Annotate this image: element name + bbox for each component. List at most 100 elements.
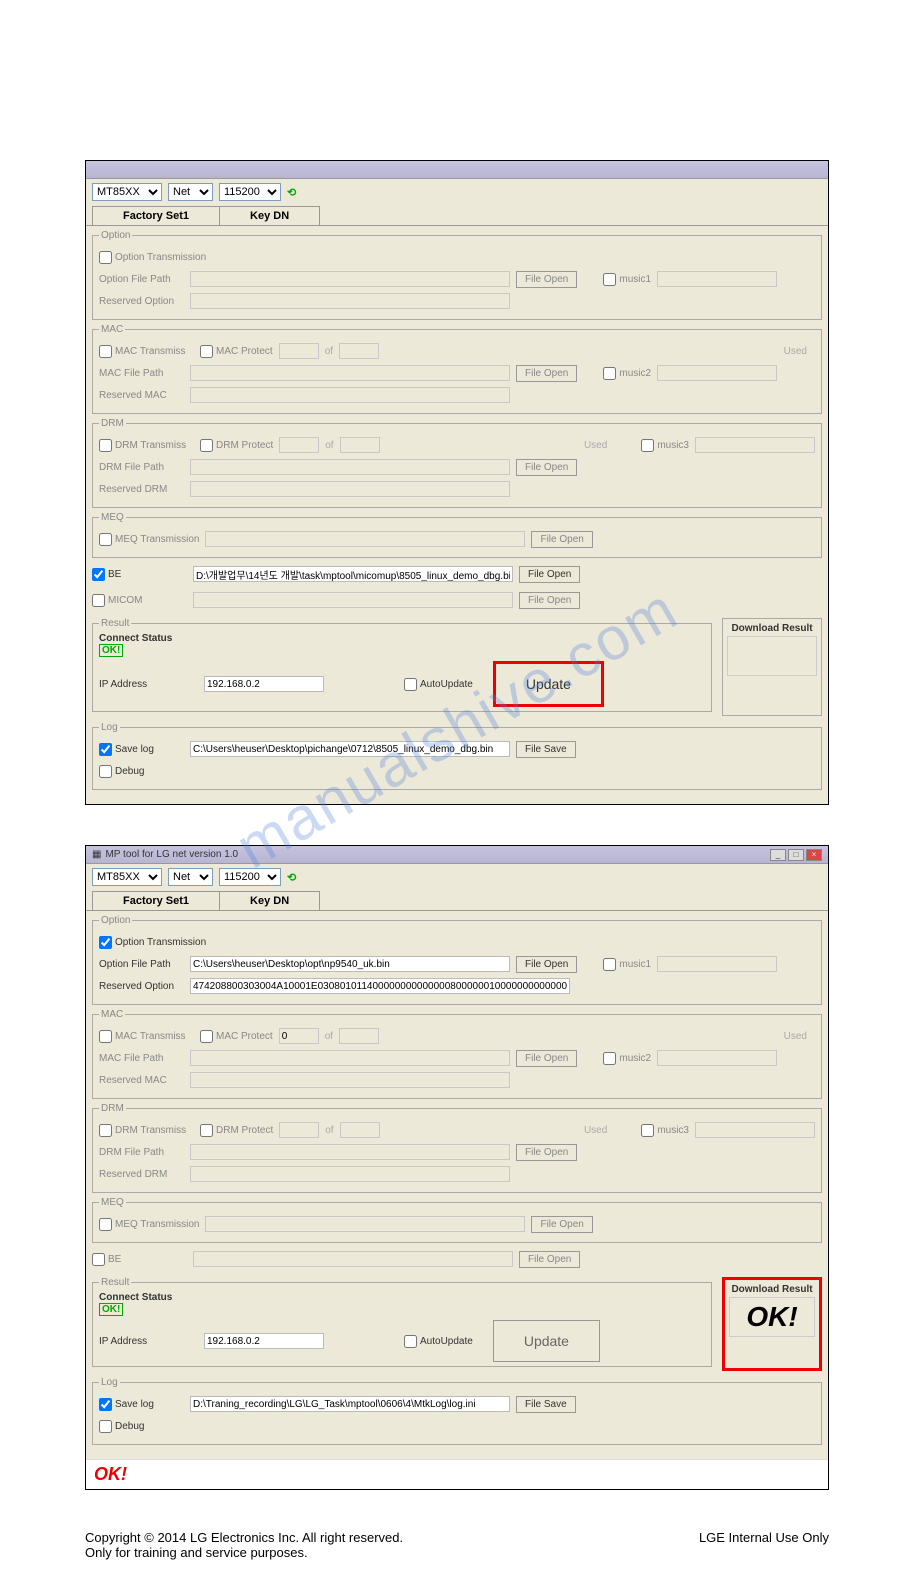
debug-check[interactable]: Debug (99, 765, 144, 778)
auto-update-check[interactable]: AutoUpdate (404, 678, 473, 691)
music1-check[interactable]: music1 (603, 958, 651, 971)
mac-protect-check[interactable]: MAC Protect (200, 345, 273, 358)
titlebar (86, 161, 828, 179)
be-file-open-button[interactable]: File Open (519, 566, 580, 583)
ip-address-input[interactable] (204, 1333, 324, 1349)
meq-path-input[interactable] (205, 531, 525, 547)
mac-count1[interactable] (279, 343, 319, 359)
file-save-button[interactable]: File Save (516, 1396, 576, 1413)
mac-protect-check[interactable]: MAC Protect (200, 1030, 273, 1043)
music3-check[interactable]: music3 (641, 1124, 689, 1137)
music2-input[interactable] (657, 365, 777, 381)
option-file-path-input[interactable] (190, 956, 510, 972)
drm-file-path-input[interactable] (190, 1144, 510, 1160)
meq-file-open-button[interactable]: File Open (531, 531, 592, 548)
download-result-box (727, 636, 817, 676)
be-file-open-button[interactable]: File Open (519, 1251, 580, 1268)
music2-input[interactable] (657, 1050, 777, 1066)
micom-check[interactable]: MICOM (92, 594, 187, 607)
drm-file-open-button[interactable]: File Open (516, 1144, 577, 1161)
reserved-drm-input[interactable] (190, 481, 510, 497)
save-log-path-input[interactable] (190, 1396, 510, 1412)
minimize-icon[interactable]: _ (770, 849, 786, 861)
drm-count2[interactable] (340, 1122, 380, 1138)
maximize-icon[interactable]: □ (788, 849, 804, 861)
be-path-input[interactable] (193, 1251, 513, 1267)
refresh-icon[interactable]: ⟲ (287, 871, 296, 884)
music3-input[interactable] (695, 437, 815, 453)
model-select[interactable]: MT85XX (92, 868, 162, 886)
connect-status-label: Connect Status (99, 633, 705, 644)
mac-file-path-input[interactable] (190, 1050, 510, 1066)
music3-input[interactable] (695, 1122, 815, 1138)
mac-count2[interactable] (339, 343, 379, 359)
download-result-panel: Download Result (722, 618, 822, 716)
option-transmission-check[interactable]: Option Transmission (99, 251, 206, 264)
meq-file-open-button[interactable]: File Open (531, 1216, 592, 1233)
option-file-open-button[interactable]: File Open (516, 956, 577, 973)
refresh-icon[interactable]: ⟲ (287, 186, 296, 199)
baud-select[interactable]: 115200 (219, 868, 281, 886)
option-file-open-button[interactable]: File Open (516, 271, 577, 288)
reserved-option-input[interactable] (190, 293, 510, 309)
music3-check[interactable]: music3 (641, 439, 689, 452)
music1-input[interactable] (657, 271, 777, 287)
drm-of-label: of (325, 1125, 333, 1136)
mac-transmiss-check[interactable]: MAC Transmiss (99, 345, 194, 358)
update-button[interactable]: Update (493, 661, 604, 707)
drm-file-open-button[interactable]: File Open (516, 459, 577, 476)
option-file-path-input[interactable] (190, 271, 510, 287)
close-icon[interactable]: × (806, 849, 822, 861)
model-select[interactable]: MT85XX (92, 183, 162, 201)
be-check[interactable]: BE (92, 1253, 187, 1266)
connection-select[interactable]: Net (168, 868, 213, 886)
micom-file-open-button[interactable]: File Open (519, 592, 580, 609)
drm-transmiss-check[interactable]: DRM Transmiss (99, 1124, 194, 1137)
drm-used-label: Used (584, 1125, 607, 1136)
drm-count1[interactable] (279, 1122, 319, 1138)
drm-of-label: of (325, 440, 333, 451)
reserved-option-input[interactable] (190, 978, 570, 994)
drm-count1[interactable] (279, 437, 319, 453)
reserved-mac-input[interactable] (190, 1072, 510, 1088)
save-log-path-input[interactable] (190, 741, 510, 757)
mac-file-open-button[interactable]: File Open (516, 365, 577, 382)
tab-key-dn[interactable]: Key DN (219, 891, 320, 911)
be-path-input[interactable] (193, 566, 513, 582)
drm-file-path-input[interactable] (190, 459, 510, 475)
option-transmission-check[interactable]: Option Transmission (99, 936, 206, 949)
toolbar: MT85XX Net 115200 ⟲ (86, 864, 828, 890)
music1-input[interactable] (657, 956, 777, 972)
music1-check[interactable]: music1 (603, 273, 651, 286)
tab-factory-set1[interactable]: Factory Set1 (92, 206, 219, 226)
drm-transmiss-check[interactable]: DRM Transmiss (99, 439, 194, 452)
drm-count2[interactable] (340, 437, 380, 453)
mac-file-open-button[interactable]: File Open (516, 1050, 577, 1067)
drm-protect-check[interactable]: DRM Protect (200, 439, 273, 452)
baud-select[interactable]: 115200 (219, 183, 281, 201)
debug-check[interactable]: Debug (99, 1420, 144, 1433)
meq-transmission-check[interactable]: MEQ Transmission (99, 533, 199, 546)
connection-select[interactable]: Net (168, 183, 213, 201)
music2-check[interactable]: music2 (603, 367, 651, 380)
drm-protect-check[interactable]: DRM Protect (200, 1124, 273, 1137)
micom-path-input[interactable] (193, 592, 513, 608)
update-button[interactable]: Update (493, 1320, 600, 1362)
mac-file-path-input[interactable] (190, 365, 510, 381)
reserved-drm-input[interactable] (190, 1166, 510, 1182)
ip-address-input[interactable] (204, 676, 324, 692)
tab-key-dn[interactable]: Key DN (219, 206, 320, 226)
reserved-mac-input[interactable] (190, 387, 510, 403)
save-log-check[interactable]: Save log (99, 1398, 184, 1411)
mac-transmiss-check[interactable]: MAC Transmiss (99, 1030, 194, 1043)
mac-count1[interactable] (279, 1028, 319, 1044)
meq-transmission-check[interactable]: MEQ Transmission (99, 1218, 199, 1231)
be-check[interactable]: BE (92, 568, 187, 581)
file-save-button[interactable]: File Save (516, 741, 576, 758)
meq-path-input[interactable] (205, 1216, 525, 1232)
save-log-check[interactable]: Save log (99, 743, 184, 756)
tab-factory-set1[interactable]: Factory Set1 (92, 891, 219, 911)
auto-update-check[interactable]: AutoUpdate (404, 1335, 473, 1348)
mac-count2[interactable] (339, 1028, 379, 1044)
music2-check[interactable]: music2 (603, 1052, 651, 1065)
